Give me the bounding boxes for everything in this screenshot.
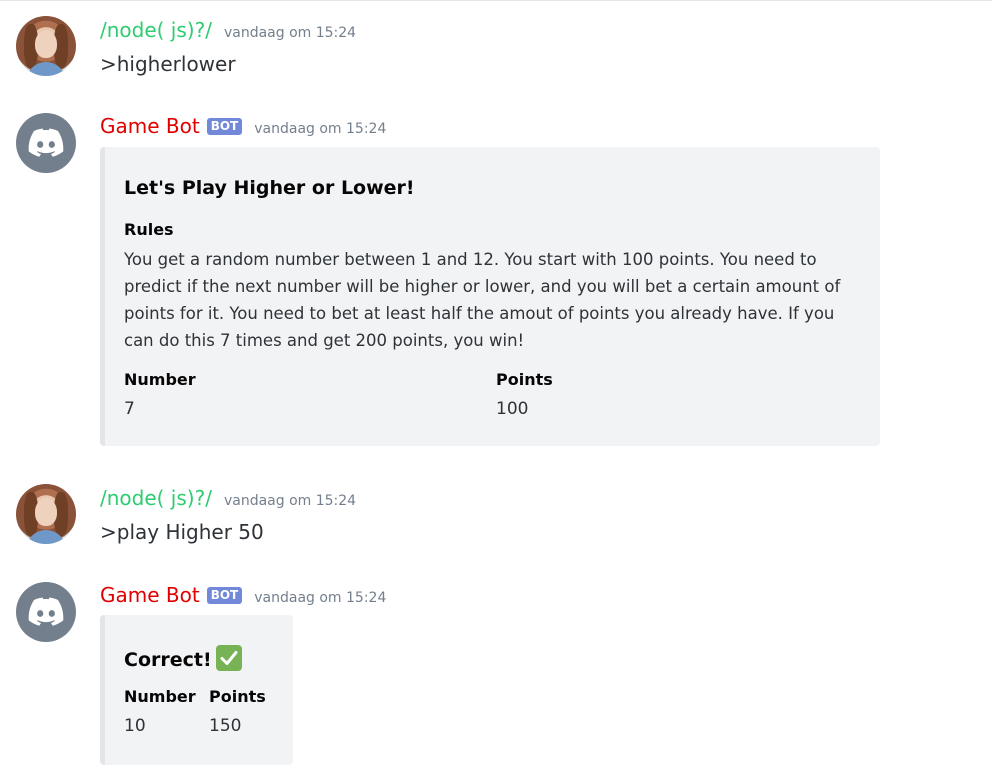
author-name[interactable]: /node( js)?/: [100, 18, 212, 42]
field-value-points: 150: [209, 716, 242, 736]
message-header: /node( js)?/ vandaag om 15:24: [100, 18, 356, 44]
field-value-number: 10: [124, 716, 146, 736]
user-avatar[interactable]: [16, 484, 76, 544]
description-title: Rules: [124, 220, 174, 239]
bot-tag-badge: BOT: [206, 587, 243, 604]
timestamp: vandaag om 15:24: [254, 590, 387, 606]
message-text: >play Higher 50: [100, 520, 264, 544]
timestamp: vandaag om 15:24: [223, 493, 357, 509]
message-text: >higherlower: [100, 52, 236, 76]
message-header: Game Bot BOT vandaag om 15:24: [100, 114, 386, 140]
author-name[interactable]: Game Bot: [100, 583, 200, 607]
user-avatar[interactable]: [16, 16, 76, 76]
message-header: Game Bot BOT vandaag om 15:24: [100, 583, 386, 609]
bot-avatar[interactable]: [16, 582, 76, 642]
top-divider: [0, 0, 992, 1]
field-name-number: Number: [124, 687, 196, 706]
bot-tag-badge: BOT: [206, 118, 243, 135]
embed-result: Correct! Number 10 Points 150: [100, 615, 293, 765]
discord-logo-icon: [28, 128, 64, 157]
white-check-mark-icon: [215, 645, 242, 671]
discord-logo-icon: [28, 597, 64, 626]
message-header: /node( js)?/ vandaag om 15:24: [100, 486, 356, 512]
timestamp: vandaag om 15:24: [254, 121, 387, 137]
bot-avatar[interactable]: [16, 113, 76, 173]
embed-rules: Let's Play Higher or Lower! Rules You ge…: [100, 147, 880, 446]
embed-title: Let's Play Higher or Lower!: [124, 177, 415, 199]
field-name-points: Points: [496, 370, 553, 389]
author-name[interactable]: Game Bot: [100, 114, 200, 138]
embed-title-text: Correct!: [124, 649, 212, 671]
author-name[interactable]: /node( js)?/: [100, 486, 212, 510]
embed-description: You get a random number between 1 and 12…: [124, 250, 841, 350]
embed-title: Correct!: [124, 645, 242, 671]
field-name-points: Points: [209, 687, 266, 706]
field-name-number: Number: [124, 370, 196, 389]
field-value-points: 100: [496, 399, 529, 419]
timestamp: vandaag om 15:24: [223, 25, 357, 41]
field-value-number: 7: [124, 399, 135, 419]
